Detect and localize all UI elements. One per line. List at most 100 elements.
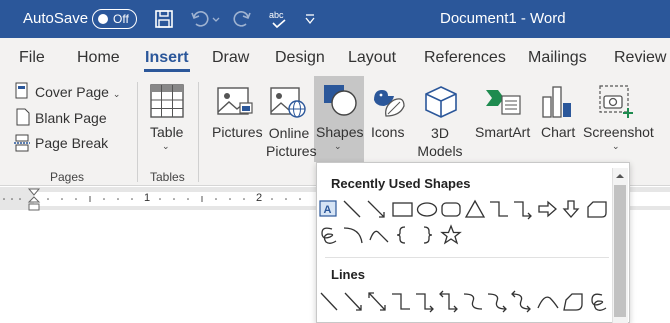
smartart-icon[interactable] — [484, 86, 524, 118]
screenshot-icon[interactable] — [598, 84, 634, 120]
triangle-shape-icon[interactable] — [464, 199, 486, 218]
autosave-toggle[interactable]: Off — [92, 9, 137, 29]
svg-text:abc: abc — [269, 10, 284, 20]
elbow-arrow-connector-shape-icon[interactable] — [514, 201, 532, 220]
tab-draw[interactable]: Draw — [212, 49, 249, 67]
double-arrow-line-shape-icon[interactable] — [368, 292, 386, 311]
left-brace-shape-icon[interactable] — [396, 226, 406, 244]
rectangle-shape-icon[interactable] — [392, 202, 413, 217]
ribbon-tabs: File Home Insert Draw Design Layout Refe… — [0, 38, 670, 76]
scribble-shape-icon[interactable] — [591, 293, 607, 311]
toggle-knob — [98, 14, 108, 24]
curve-shape-icon[interactable] — [343, 227, 363, 244]
tab-file[interactable]: File — [19, 49, 45, 67]
scrollbar-thumb[interactable] — [614, 185, 626, 317]
online-pictures-button[interactable]: Online Pictures — [266, 124, 317, 160]
customize-qat-icon[interactable] — [304, 9, 316, 29]
tab-references[interactable]: References — [424, 49, 506, 67]
tab-layout[interactable]: Layout — [348, 49, 396, 67]
ruler-number: 2 — [256, 192, 263, 204]
right-arrow-shape-icon[interactable] — [538, 200, 557, 218]
table-button[interactable]: Table — [150, 124, 183, 140]
star-shape-icon[interactable] — [440, 224, 462, 245]
chart-button[interactable]: Chart — [541, 124, 575, 140]
tab-home[interactable]: Home — [77, 49, 120, 67]
ruler-ticks — [3, 196, 301, 202]
recent-shapes-row2 — [321, 224, 462, 245]
curved-connector-shape-icon[interactable] — [463, 293, 483, 310]
tab-insert[interactable]: Insert — [145, 49, 189, 67]
group-divider — [137, 82, 138, 182]
undo-dropdown-icon[interactable] — [212, 9, 220, 29]
cover-page-label: Cover Page — [35, 84, 109, 100]
smartart-button[interactable]: SmartArt — [475, 124, 530, 140]
recently-used-shapes-header: Recently Used Shapes — [331, 176, 471, 191]
freeform-shape-icon[interactable] — [563, 293, 583, 311]
svg-text:A: A — [324, 204, 332, 216]
3d-models-icon[interactable] — [423, 84, 459, 120]
pictures-icon[interactable] — [215, 85, 255, 121]
elbow-connector-shape-icon[interactable] — [392, 293, 410, 310]
blank-page-button[interactable]: Blank Page — [35, 110, 107, 126]
lines-header: Lines — [331, 267, 365, 282]
tables-group-label: Tables — [150, 170, 185, 184]
table-icon[interactable] — [150, 84, 184, 118]
text-box-shape-icon[interactable]: A — [319, 200, 337, 217]
elbow-connector-shape-icon[interactable] — [490, 201, 508, 217]
toggle-state: Off — [113, 12, 129, 26]
3d-models-line1: 3D — [431, 125, 449, 141]
chart-icon[interactable] — [540, 83, 574, 119]
title-bar: AutoSave Off abc Document1 - Word — [0, 0, 670, 38]
arrow-line-shape-icon[interactable] — [367, 200, 385, 218]
online-pictures-line1: Online — [268, 125, 310, 141]
scroll-up-icon[interactable] — [614, 171, 626, 181]
group-divider — [198, 82, 199, 182]
rounded-rectangle-shape-icon[interactable] — [441, 202, 461, 217]
online-pictures-line2: Pictures — [266, 143, 317, 159]
oval-shape-icon[interactable] — [416, 202, 438, 217]
page-break-icon — [14, 134, 30, 152]
elbow-arrow-connector-shape-icon[interactable] — [416, 293, 434, 313]
blank-page-icon — [16, 108, 30, 126]
tab-review[interactable]: Review — [614, 49, 666, 67]
down-arrow-shape-icon[interactable] — [562, 200, 580, 218]
scribble-shape-icon[interactable] — [321, 227, 337, 244]
recent-shapes-row1: A — [319, 199, 607, 220]
3d-models-line2: Models — [417, 143, 463, 159]
lines-row — [320, 290, 607, 313]
arrow-line-shape-icon[interactable] — [344, 292, 362, 311]
online-pictures-icon[interactable] — [268, 85, 308, 121]
pictures-button[interactable]: Pictures — [212, 124, 263, 140]
tab-mailings[interactable]: Mailings — [528, 49, 587, 67]
shapes-button[interactable]: Shapes — [316, 124, 363, 140]
redo-icon[interactable] — [232, 9, 252, 29]
cover-page-icon — [15, 82, 28, 99]
icons-icon[interactable] — [370, 84, 408, 120]
save-icon[interactable] — [154, 9, 174, 29]
chevron-down-icon: ⌄ — [334, 141, 342, 151]
flowchart-card-shape-icon[interactable] — [587, 201, 607, 218]
cover-page-button[interactable]: Cover Page ⌄ — [35, 84, 120, 100]
curved-arrow-connector-shape-icon[interactable] — [487, 293, 507, 313]
spelling-icon[interactable]: abc — [268, 9, 290, 29]
page-break-button[interactable]: Page Break — [35, 135, 108, 151]
undo-icon[interactable] — [190, 9, 210, 29]
elbow-double-arrow-connector-shape-icon[interactable] — [439, 290, 458, 313]
curve-shape-icon[interactable] — [537, 296, 559, 309]
active-tab-indicator — [144, 69, 190, 72]
right-brace-shape-icon[interactable] — [423, 226, 433, 244]
line-shape-icon[interactable] — [320, 292, 338, 311]
curved-double-arrow-connector-shape-icon[interactable] — [511, 290, 531, 313]
tab-design[interactable]: Design — [275, 49, 325, 67]
line-shape-icon[interactable] — [343, 200, 361, 218]
chevron-down-icon: ⌄ — [612, 141, 620, 151]
shapes-icon[interactable] — [322, 83, 358, 117]
ruler-number: 1 — [144, 192, 151, 204]
chevron-down-icon: ⌄ — [162, 141, 170, 151]
icons-button[interactable]: Icons — [371, 124, 404, 140]
autosave-label: AutoSave — [23, 10, 89, 27]
divider — [325, 257, 609, 258]
freeform-shape-icon[interactable] — [369, 230, 389, 243]
screenshot-button[interactable]: Screenshot — [583, 124, 654, 140]
document-title: Document1 - Word — [440, 10, 566, 27]
